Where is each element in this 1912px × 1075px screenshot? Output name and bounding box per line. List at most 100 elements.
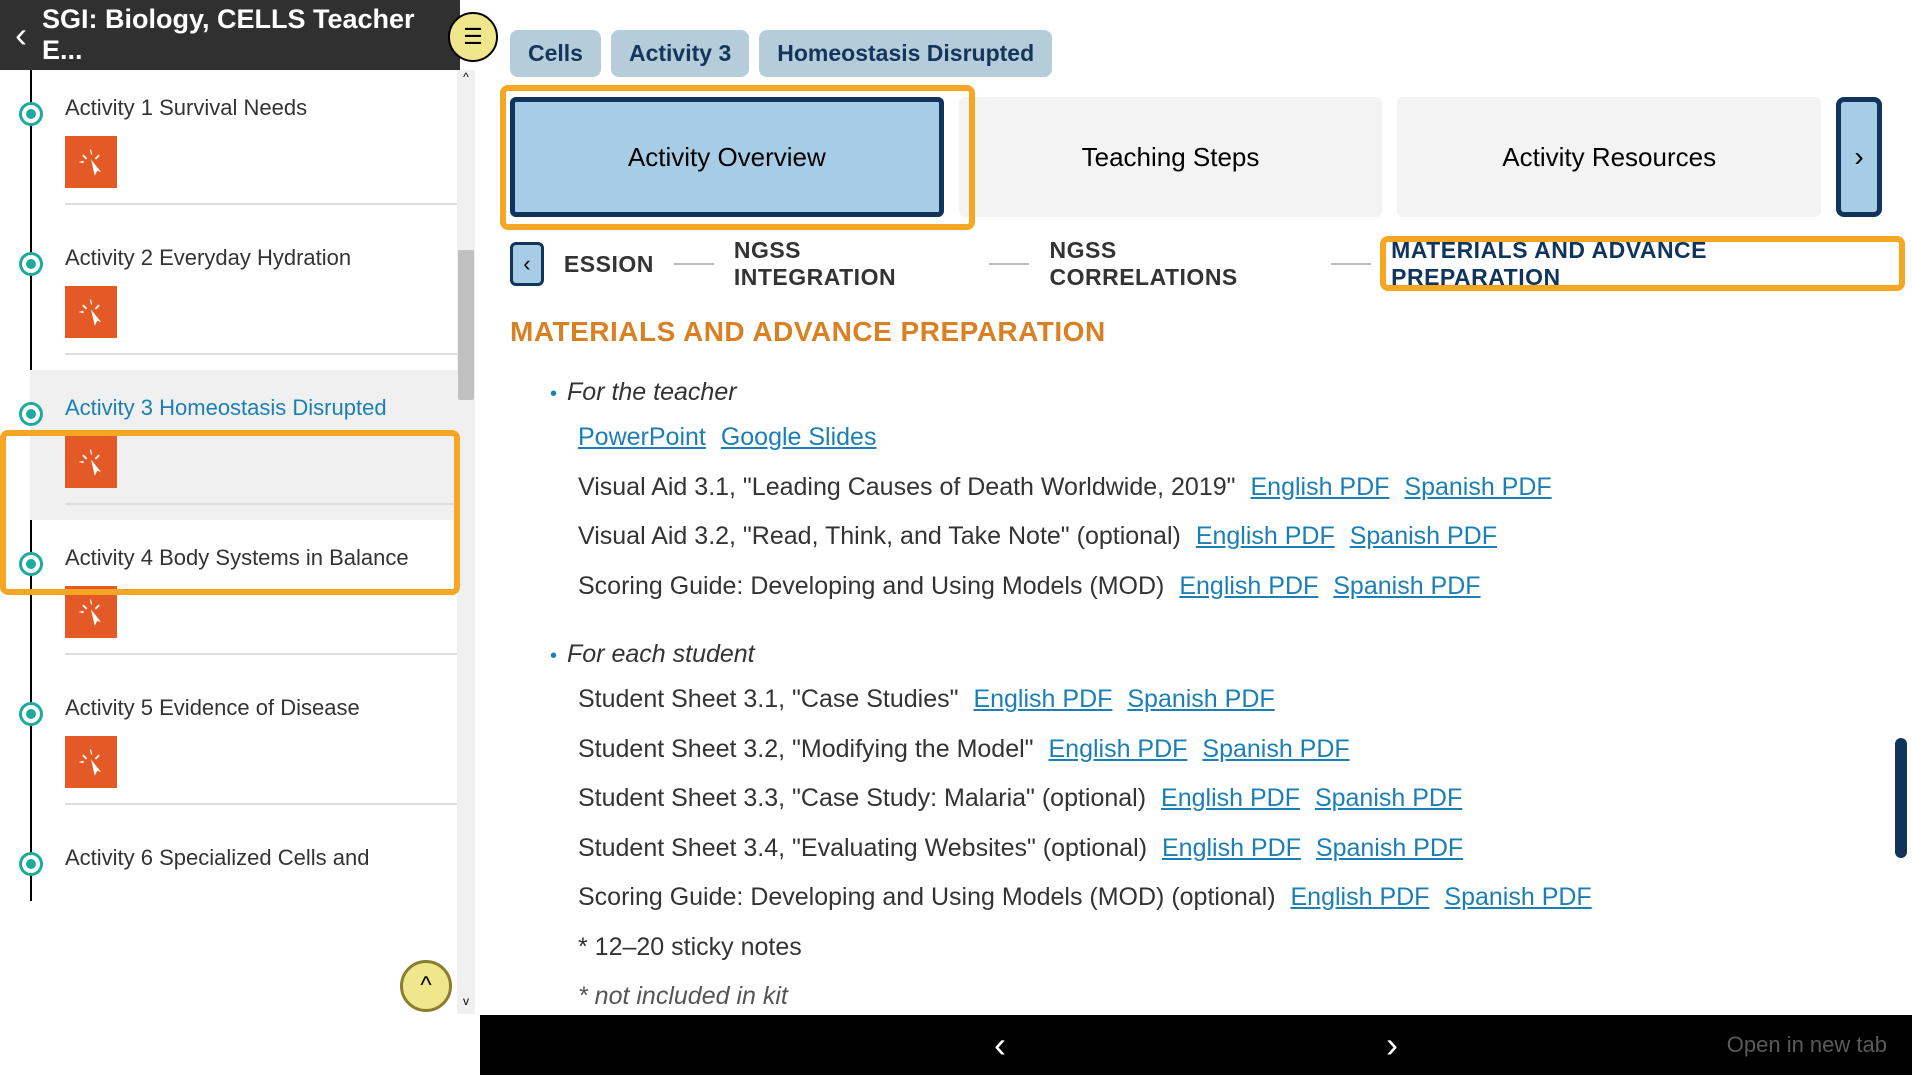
activity-marker-icon bbox=[19, 702, 43, 726]
teacher-group: • For the teacher PowerPoint Google Slid… bbox=[550, 378, 1882, 605]
activity-title: Activity 1 Survival Needs bbox=[65, 95, 460, 121]
material-text: Student Sheet 3.1, "Case Studies" bbox=[578, 685, 959, 713]
material-text: Scoring Guide: Developing and Using Mode… bbox=[578, 883, 1276, 911]
link-spanish-pdf[interactable]: Spanish PDF bbox=[1444, 883, 1591, 911]
activity-title: Activity 4 Body Systems in Balance bbox=[65, 545, 460, 571]
tab-teaching-steps[interactable]: Teaching Steps bbox=[959, 97, 1383, 217]
scroll-down-icon[interactable]: v bbox=[457, 994, 475, 1014]
sidebar-item-activity-5[interactable]: Activity 5 Evidence of Disease bbox=[30, 670, 460, 820]
next-page-button[interactable]: › bbox=[1386, 1024, 1398, 1066]
content-scrollbar[interactable] bbox=[1895, 738, 1907, 858]
sub-nav: ‹ ESSION NGSS INTEGRATION NGSS CORRELATI… bbox=[510, 237, 1882, 291]
sidebar: Activity 1 Survival Needs Activity 2 Eve… bbox=[0, 70, 460, 1014]
subnav-item-ngss-integration[interactable]: NGSS INTEGRATION bbox=[734, 237, 970, 291]
link-spanish-pdf[interactable]: Spanish PDF bbox=[1316, 834, 1463, 862]
hamburger-icon: ☰ bbox=[463, 24, 483, 50]
activity-title: Activity 6 Specialized Cells and bbox=[65, 845, 460, 871]
material-text: Scoring Guide: Developing and Using Mode… bbox=[578, 572, 1164, 600]
link-english-pdf[interactable]: English PDF bbox=[1161, 784, 1300, 812]
subnav-item-ngss-correlations[interactable]: NGSS CORRELATIONS bbox=[1049, 237, 1311, 291]
menu-toggle-button[interactable]: ☰ bbox=[448, 12, 498, 62]
scroll-to-top-button[interactable]: ^ bbox=[400, 960, 452, 1012]
chevron-left-icon: ‹ bbox=[523, 251, 530, 277]
material-note: * not included in kit bbox=[578, 982, 788, 1010]
tab-activity-overview[interactable]: Activity Overview bbox=[510, 97, 944, 217]
link-google-slides[interactable]: Google Slides bbox=[721, 423, 877, 451]
divider bbox=[65, 503, 460, 505]
sidebar-item-activity-3[interactable]: Activity 3 Homeostasis Disrupted bbox=[30, 370, 460, 520]
main-content: Cells Activity 3 Homeostasis Disrupted A… bbox=[480, 0, 1912, 1014]
link-english-pdf[interactable]: English PDF bbox=[1179, 572, 1318, 600]
scroll-up-icon[interactable]: ^ bbox=[457, 70, 475, 90]
prev-page-button[interactable]: ‹ bbox=[994, 1024, 1006, 1066]
link-powerpoint[interactable]: PowerPoint bbox=[578, 423, 706, 451]
link-english-pdf[interactable]: English PDF bbox=[1291, 883, 1430, 911]
subnav-separator bbox=[674, 263, 714, 265]
interactive-icon[interactable] bbox=[65, 736, 117, 788]
breadcrumb-cells[interactable]: Cells bbox=[510, 30, 601, 77]
interactive-icon[interactable] bbox=[65, 286, 117, 338]
activity-title: Activity 2 Everyday Hydration bbox=[65, 245, 460, 271]
link-english-pdf[interactable]: English PDF bbox=[1250, 473, 1389, 501]
activity-title: Activity 5 Evidence of Disease bbox=[65, 695, 460, 721]
breadcrumb-homeostasis[interactable]: Homeostasis Disrupted bbox=[759, 30, 1052, 77]
activity-marker-icon bbox=[19, 552, 43, 576]
activity-title: Activity 3 Homeostasis Disrupted bbox=[65, 395, 460, 421]
bottom-bar: ‹ › Open in new tab bbox=[480, 1015, 1912, 1075]
main-tabs: Activity Overview Teaching Steps Activit… bbox=[510, 97, 1882, 217]
bullet-icon: • bbox=[550, 645, 557, 668]
divider bbox=[65, 653, 460, 655]
chevron-right-icon: › bbox=[1854, 141, 1863, 173]
tabs-next-button[interactable]: › bbox=[1836, 97, 1882, 217]
link-spanish-pdf[interactable]: Spanish PDF bbox=[1404, 473, 1551, 501]
subnav-item-partial[interactable]: ESSION bbox=[564, 251, 654, 278]
divider bbox=[65, 803, 460, 805]
divider bbox=[65, 353, 460, 355]
header-bar: ‹ SGI: Biology, CELLS Teacher E... bbox=[0, 0, 460, 70]
group-label: For the teacher bbox=[567, 378, 737, 407]
scroll-thumb[interactable] bbox=[458, 250, 474, 400]
tab-activity-resources[interactable]: Activity Resources bbox=[1397, 97, 1821, 217]
link-spanish-pdf[interactable]: Spanish PDF bbox=[1127, 685, 1274, 713]
back-icon[interactable]: ‹ bbox=[15, 14, 27, 56]
activity-marker-icon bbox=[19, 102, 43, 126]
sidebar-item-activity-4[interactable]: Activity 4 Body Systems in Balance bbox=[30, 520, 460, 670]
sidebar-item-activity-1[interactable]: Activity 1 Survival Needs bbox=[30, 70, 460, 220]
interactive-icon[interactable] bbox=[65, 436, 117, 488]
link-english-pdf[interactable]: English PDF bbox=[973, 685, 1112, 713]
activity-marker-icon bbox=[19, 252, 43, 276]
link-spanish-pdf[interactable]: Spanish PDF bbox=[1202, 735, 1349, 763]
material-text: * 12–20 sticky notes bbox=[578, 933, 802, 961]
subnav-prev-button[interactable]: ‹ bbox=[510, 242, 544, 286]
chevron-up-icon: ^ bbox=[420, 972, 431, 1000]
material-text: Student Sheet 3.4, "Evaluating Websites"… bbox=[578, 834, 1147, 862]
open-in-new-tab-link[interactable]: Open in new tab bbox=[1727, 1032, 1887, 1058]
link-spanish-pdf[interactable]: Spanish PDF bbox=[1333, 572, 1480, 600]
link-english-pdf[interactable]: English PDF bbox=[1048, 735, 1187, 763]
materials-list: • For the teacher PowerPoint Google Slid… bbox=[510, 378, 1882, 1016]
bullet-icon: • bbox=[550, 383, 557, 406]
link-english-pdf[interactable]: English PDF bbox=[1196, 522, 1335, 550]
material-text: Visual Aid 3.1, "Leading Causes of Death… bbox=[578, 473, 1236, 501]
activity-marker-icon bbox=[19, 402, 43, 426]
material-text: Student Sheet 3.2, "Modifying the Model" bbox=[578, 735, 1034, 763]
sidebar-item-activity-6[interactable]: Activity 6 Specialized Cells and bbox=[30, 820, 460, 901]
link-english-pdf[interactable]: English PDF bbox=[1162, 834, 1301, 862]
subnav-item-materials[interactable]: MATERIALS AND ADVANCE PREPARATION bbox=[1391, 237, 1882, 291]
divider bbox=[65, 203, 460, 205]
interactive-icon[interactable] bbox=[65, 586, 117, 638]
breadcrumb-activity-3[interactable]: Activity 3 bbox=[611, 30, 749, 77]
subnav-separator bbox=[989, 263, 1029, 265]
link-spanish-pdf[interactable]: Spanish PDF bbox=[1350, 522, 1497, 550]
material-text: Student Sheet 3.3, "Case Study: Malaria"… bbox=[578, 784, 1146, 812]
breadcrumb: Cells Activity 3 Homeostasis Disrupted bbox=[510, 30, 1882, 77]
activity-marker-icon bbox=[19, 852, 43, 876]
link-spanish-pdf[interactable]: Spanish PDF bbox=[1315, 784, 1462, 812]
sidebar-scrollbar[interactable]: ^ v bbox=[457, 70, 475, 1014]
page-title: SGI: Biology, CELLS Teacher E... bbox=[42, 4, 445, 66]
sidebar-item-activity-2[interactable]: Activity 2 Everyday Hydration bbox=[30, 220, 460, 370]
subnav-separator bbox=[1331, 263, 1371, 265]
interactive-icon[interactable] bbox=[65, 136, 117, 188]
group-label: For each student bbox=[567, 640, 755, 669]
material-text: Visual Aid 3.2, "Read, Think, and Take N… bbox=[578, 522, 1181, 550]
